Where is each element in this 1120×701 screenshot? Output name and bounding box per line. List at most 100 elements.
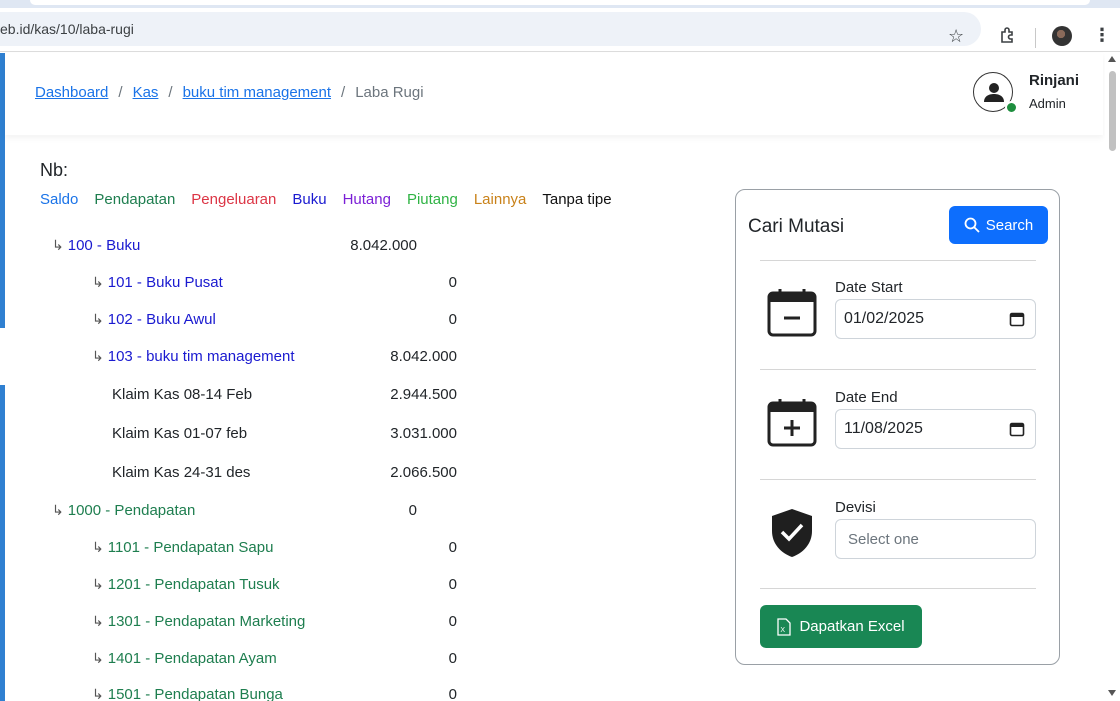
account-label: 101 - Buku Pusat <box>107 274 223 291</box>
user-icon <box>984 83 1004 102</box>
legend-lainnya: Lainnya <box>473 191 527 208</box>
divider <box>760 260 1036 261</box>
url-text[interactable]: eb.id/kas/10/laba-rugi <box>0 21 134 37</box>
account-row[interactable]: ↳ 1501 - Pendapatan Bunga <box>92 686 283 701</box>
scroll-up-arrow-icon[interactable] <box>1108 56 1116 62</box>
date-start-value: 01/02/2025 <box>844 310 925 327</box>
account-row[interactable]: ↳ 1401 - Pendapatan Ayam <box>92 650 277 667</box>
page-scrollbar[interactable] <box>1105 53 1120 701</box>
transaction-label: Klaim Kas 01-07 feb <box>112 425 248 442</box>
divider <box>760 588 1036 589</box>
transaction-row[interactable]: Klaim Kas 24-31 des <box>112 464 250 481</box>
breadcrumb-separator: / <box>168 84 173 101</box>
account-label: 1101 - Pendapatan Sapu <box>107 539 274 556</box>
subdirectory-arrow-icon: ↳ <box>52 237 64 253</box>
legend-tanpa-tipe: Tanpa tipe <box>542 191 612 208</box>
card-title: Cari Mutasi <box>748 216 845 237</box>
account-value: 0 <box>448 576 457 593</box>
account-row[interactable]: ↳ 1000 - Pendapatan <box>52 502 195 519</box>
divider <box>760 369 1036 370</box>
legend-buku: Buku <box>292 191 327 208</box>
subdirectory-arrow-icon: ↳ <box>92 274 104 290</box>
account-value: 8.042.000 <box>350 237 417 254</box>
subdirectory-arrow-icon: ↳ <box>92 650 104 666</box>
export-excel-label: Dapatkan Excel <box>799 618 905 635</box>
account-label: 102 - Buku Awul <box>107 311 216 328</box>
shield-check-icon <box>769 507 815 564</box>
account-row[interactable]: ↳ 1101 - Pendapatan Sapu <box>92 539 273 556</box>
transaction-value: 2.944.500 <box>390 386 457 403</box>
transaction-label: Klaim Kas 08-14 Feb <box>112 386 253 403</box>
account-label: 1401 - Pendapatan Ayam <box>107 650 277 667</box>
browser-menu-icon[interactable]: ⋮ <box>1093 25 1111 45</box>
browser-toolbar: eb.id/kas/10/laba-rugi ☆ ⋮ <box>0 8 1120 52</box>
account-row[interactable]: ↳ 1201 - Pendapatan Tusuk <box>92 576 280 593</box>
subdirectory-arrow-icon: ↳ <box>92 576 104 592</box>
search-button[interactable]: Search <box>949 206 1048 244</box>
account-label: 103 - buku tim management <box>107 348 295 365</box>
account-value: 0 <box>448 311 457 328</box>
breadcrumb-kas[interactable]: Kas <box>133 84 159 101</box>
sidebar-edge <box>0 385 5 701</box>
account-value: 0 <box>448 539 457 556</box>
type-legend: Saldo Pendapatan Pengeluaran Buku Hutang… <box>40 191 612 208</box>
extensions-icon[interactable] <box>999 26 1017 48</box>
date-start-label: Date Start <box>835 279 903 296</box>
account-label: 1201 - Pendapatan Tusuk <box>107 576 280 593</box>
address-bar[interactable] <box>0 12 981 46</box>
calendar-minus-icon <box>766 287 818 344</box>
calendar-picker-icon <box>1009 422 1025 437</box>
devisi-select[interactable]: Select one <box>835 519 1036 559</box>
search-icon <box>964 217 980 233</box>
account-value: 0 <box>448 613 457 630</box>
scroll-down-arrow-icon[interactable] <box>1108 690 1116 696</box>
account-value: 0 <box>448 686 457 701</box>
bookmark-star-icon[interactable]: ☆ <box>948 26 964 46</box>
devisi-label: Devisi <box>835 499 876 516</box>
legend-saldo: Saldo <box>40 191 79 208</box>
subdirectory-arrow-icon: ↳ <box>92 311 104 327</box>
account-row[interactable]: ↳ 100 - Buku <box>52 237 140 254</box>
account-row[interactable]: ↳ 102 - Buku Awul <box>92 311 216 328</box>
legend-title: Nb: <box>40 160 69 180</box>
page-header: Dashboard / Kas / buku tim management / … <box>5 53 1103 135</box>
breadcrumb-dashboard[interactable]: Dashboard <box>35 84 108 101</box>
account-value: 0 <box>408 502 417 519</box>
account-label: 1000 - Pendapatan <box>67 502 196 519</box>
account-value: 0 <box>448 650 457 667</box>
transaction-value: 3.031.000 <box>390 425 457 442</box>
svg-text:X: X <box>781 627 786 634</box>
subdirectory-arrow-icon: ↳ <box>92 613 104 629</box>
breadcrumb-current: Laba Rugi <box>355 84 424 101</box>
account-row[interactable]: ↳ 1301 - Pendapatan Marketing <box>92 613 305 630</box>
account-label: 1501 - Pendapatan Bunga <box>107 686 283 701</box>
transaction-row[interactable]: Klaim Kas 01-07 feb <box>112 425 247 442</box>
breadcrumb-separator: / <box>118 84 123 101</box>
account-row[interactable]: ↳ 103 - buku tim management <box>92 348 295 365</box>
account-value: 0 <box>448 274 457 291</box>
devisi-placeholder: Select one <box>848 530 919 548</box>
date-start-input[interactable]: 01/02/2025 <box>835 299 1036 339</box>
subdirectory-arrow-icon: ↳ <box>92 348 104 364</box>
browser-profile-avatar[interactable] <box>1052 26 1072 46</box>
export-excel-button[interactable]: X Dapatkan Excel <box>760 605 922 648</box>
date-end-value: 11/08/2025 <box>844 420 923 437</box>
legend-pendapatan: Pendapatan <box>94 191 176 208</box>
breadcrumb-buku[interactable]: buku tim management <box>183 84 331 101</box>
date-end-label: Date End <box>835 389 898 406</box>
breadcrumb-separator: / <box>341 84 346 101</box>
search-button-label: Search <box>985 216 1034 234</box>
legend-piutang: Piutang <box>406 191 458 208</box>
scrollbar-thumb[interactable] <box>1109 71 1116 151</box>
legend-hutang: Hutang <box>342 191 391 208</box>
account-row[interactable]: ↳ 101 - Buku Pusat <box>92 274 223 291</box>
account-label: 1301 - Pendapatan Marketing <box>107 613 306 630</box>
legend-pengeluaran: Pengeluaran <box>191 191 277 208</box>
user-role: Admin <box>1029 96 1066 111</box>
subdirectory-arrow-icon: ↳ <box>92 539 104 555</box>
breadcrumb: Dashboard / Kas / buku tim management / … <box>35 84 424 101</box>
date-end-input[interactable]: 11/08/2025 <box>835 409 1036 449</box>
excel-file-icon: X <box>777 617 792 636</box>
browser-top-strip <box>0 0 1120 8</box>
transaction-row[interactable]: Klaim Kas 08-14 Feb <box>112 386 252 403</box>
